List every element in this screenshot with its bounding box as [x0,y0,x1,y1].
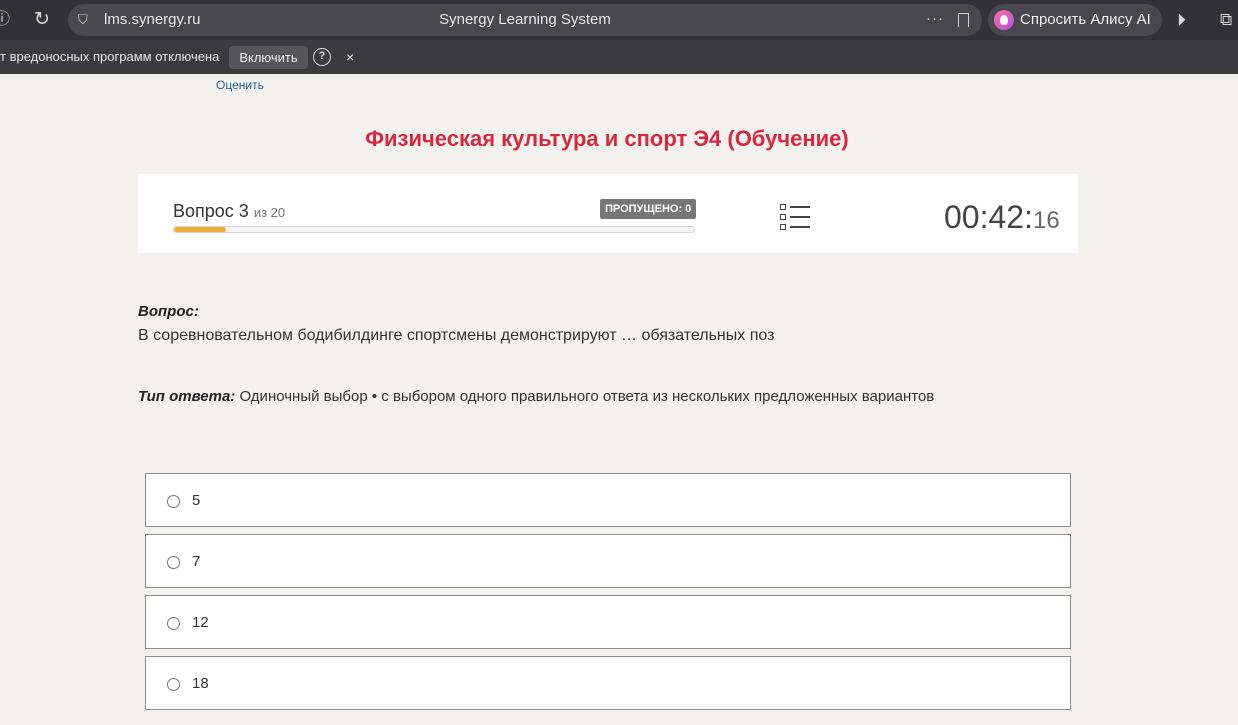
answer-type-label: Тип ответа: [138,388,236,405]
option-label: 5 [192,492,201,509]
option-label: 7 [192,553,201,570]
security-infobar: т вредоносных программ отключена Включит… [0,40,1238,74]
timer-main: 00:42: [944,199,1033,235]
ask-alice-label: Спросить Алису AI [1020,11,1151,28]
option-label: 18 [192,675,209,692]
address-bar[interactable]: ⛉ lms.synergy.ru Synergy Learning System… [68,4,982,36]
ask-alice-button[interactable]: Спросить Алису AI [988,4,1162,36]
skipped-badge: ПРОПУЩЕНО: 0 [600,199,697,219]
progress-panel: Вопрос 3 из 20 ПРОПУЩЕНО: 0 00:42:16 [138,174,1078,253]
question-list-icon[interactable] [780,203,812,231]
timer-seconds: 16 [1032,207,1060,234]
answer-option[interactable]: 18 [145,656,1071,710]
close-infobar-icon[interactable]: × [346,40,354,74]
progress-bar [173,226,695,233]
site-info-icon[interactable]: ⓘ [0,0,10,40]
answer-type: Тип ответа: Одиночный выбор • с выбором … [138,388,934,405]
question-total: из 20 [253,205,286,220]
answer-type-value: Одиночный выбор • с выбором одного прави… [239,388,935,405]
help-icon[interactable]: ? [313,48,331,66]
option-radio[interactable] [167,617,180,630]
address-domain[interactable]: lms.synergy.ru [104,4,200,36]
rate-link[interactable]: Оценить [216,78,264,92]
question-counter: Вопрос 3 из 20 [173,201,285,222]
media-play-icon[interactable]: ⏵ [1177,0,1186,40]
question-heading: Вопрос: [138,303,199,320]
option-radio[interactable] [167,678,180,691]
countdown-timer: 00:42:16 [944,199,1060,236]
alice-logo-icon [994,10,1014,30]
question-text: В соревновательном бодибилдинге спортсме… [138,327,775,344]
question-number: Вопрос 3 [173,201,249,221]
more-options-icon[interactable]: ··· [926,4,944,34]
infobar-message: т вредоносных программ отключена [0,49,220,64]
shield-icon: ⛉ [78,12,88,27]
browser-toolbar: ⓘ ↻ ⛉ lms.synergy.ru Synergy Learning Sy… [0,0,1238,40]
progress-bar-fill [174,227,226,232]
bookmark-icon[interactable] [958,13,969,27]
option-radio[interactable] [167,556,180,569]
answer-option[interactable]: 12 [145,595,1071,649]
option-label: 12 [192,614,209,631]
answer-option[interactable]: 7 [145,534,1071,588]
enable-protection-button[interactable]: Включить [229,46,308,69]
page-title-tab: Synergy Learning System [439,11,611,28]
option-radio[interactable] [167,495,180,508]
course-title: Физическая культура и спорт Э4 (Обучение… [365,126,849,151]
reload-icon[interactable]: ↻ [34,0,50,40]
answer-option[interactable]: 5 [145,473,1071,527]
extensions-icon[interactable]: ⧉ [1220,0,1232,40]
